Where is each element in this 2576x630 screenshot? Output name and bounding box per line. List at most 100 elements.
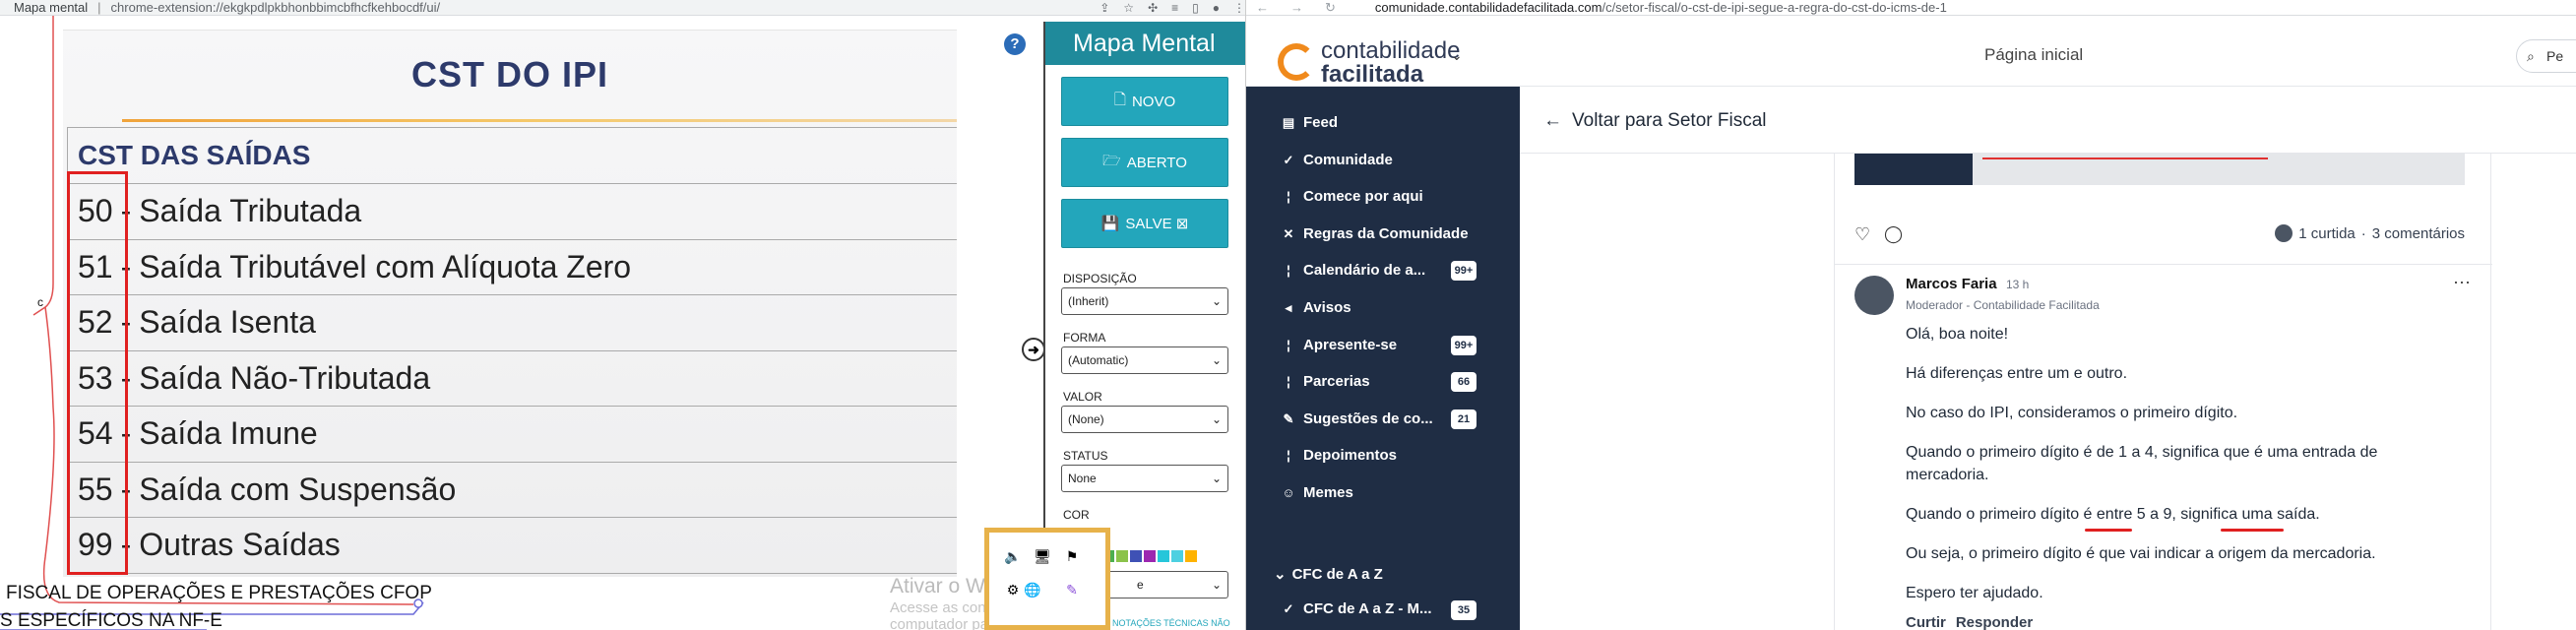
like-comment-button[interactable]: Curtir	[1906, 614, 1946, 630]
forward-arrow-icon[interactable]: →	[1290, 0, 1303, 16]
pen-icon[interactable]: ✎	[1062, 580, 1082, 599]
extension-popup: 🔈 🖥 ⚑ ⚙ 🌐 ✎	[984, 528, 1110, 630]
sidebar-item[interactable]: ¦ Depoimentos	[1282, 447, 1397, 464]
profile-icon[interactable]: ●	[1213, 1, 1220, 15]
sidebar-item-label: Avisos	[1303, 299, 1351, 316]
browser-nav: ← → ↻	[1256, 0, 1336, 16]
pin-icon: ¦	[1287, 189, 1290, 204]
share-icon[interactable]: ⇪	[1100, 1, 1109, 15]
open-button-label: ABERTO	[1126, 154, 1187, 171]
monitor-icon[interactable]: 🖥	[1033, 546, 1052, 566]
globe-icon[interactable]: 🌐	[1023, 580, 1042, 599]
tab-title[interactable]: Mapa mental	[14, 0, 88, 15]
sidebar-section-title[interactable]: ⌄ CFC de A a Z	[1274, 565, 1383, 583]
comments-count[interactable]: 3 comentários	[2372, 225, 2465, 242]
search-input-text: Pe	[2546, 48, 2564, 64]
color-swatch[interactable]	[1158, 550, 1169, 562]
browser-address-bar[interactable]: Mapa mental | chrome-extension://ekgkpdl…	[0, 0, 1245, 16]
color-swatch[interactable]	[1130, 550, 1142, 562]
heart-icon[interactable]: ♡	[1854, 224, 1870, 245]
sidebar-count-badge: 21	[1451, 410, 1476, 429]
save-button[interactable]: 💾 SALVE ⊠	[1061, 199, 1228, 248]
status-label: STATUS	[1063, 449, 1108, 463]
logo-icon[interactable]	[1278, 43, 1315, 81]
comment-paragraph: Quando o primeiro dígito é entre 5 a 9, …	[1906, 506, 2320, 523]
sidebar-item-label: Parcerias	[1303, 373, 1370, 390]
sidebar-item-label: Sugestões de co...	[1303, 410, 1433, 427]
chevron-down-icon: ⌄	[1211, 294, 1222, 308]
reply-comment-button[interactable]: Responder	[1956, 614, 2033, 630]
liker-avatar	[2275, 224, 2293, 242]
new-button[interactable]: 🗋 NOVO	[1061, 77, 1228, 126]
post-actions: ♡ ◯ 1 curtida · 3 comentários	[1854, 224, 2465, 246]
likes-count[interactable]: 1 curtida	[2298, 225, 2356, 242]
color-swatch[interactable]	[1185, 550, 1197, 562]
open-button[interactable]: 🗁 ABERTO	[1061, 138, 1228, 187]
url-text[interactable]: chrome-extension://ekgkpdlpkbhonbbimcbfh…	[111, 0, 441, 15]
avatar[interactable]	[1854, 276, 1894, 315]
arrow-left-icon: ←	[1543, 110, 1562, 131]
help-icon[interactable]: ?	[1004, 33, 1026, 55]
color-swatch[interactable]	[1144, 550, 1156, 562]
mind-map-node-cfop[interactable]: FISCAL DE OPERAÇÕES E PRESTAÇÕES CFOP	[6, 583, 432, 604]
back-arrow-icon[interactable]: ←	[1256, 0, 1269, 16]
flag-icon[interactable]: ⚑	[1062, 546, 1082, 566]
site-header: contabilidade facilitada ⌄ Página inicia…	[1246, 16, 2576, 89]
color-swatch[interactable]	[1116, 550, 1128, 562]
browser-address-bar[interactable]: ← → ↻ comunidade.contabilidadefacilitada…	[1246, 0, 2576, 16]
sidebar-item[interactable]: ¦ Apresente-se	[1282, 337, 1397, 353]
chevron-down-icon: ⌄	[1211, 578, 1222, 592]
comment-menu-icon[interactable]: ···	[2453, 272, 2471, 292]
speaker-icon[interactable]: 🔈	[1003, 546, 1023, 566]
url-text[interactable]: comunidade.contabilidadefacilitada.com/c…	[1375, 0, 1947, 15]
cst-label: Saída Tributada	[139, 193, 362, 229]
sidebar-item[interactable]: ◂ Avisos	[1282, 299, 1351, 316]
menu-dots-icon[interactable]: ⋮	[1233, 1, 1245, 15]
mind-map-node-c[interactable]: c	[37, 295, 43, 309]
layout-select[interactable]: (Inherit) ⌄	[1061, 287, 1228, 315]
mind-map-node-nfe[interactable]: S ESPECÍFICOS NA NF-E	[0, 610, 222, 630]
cst-row: 55- Saída com Suspensão	[68, 463, 957, 518]
sidebar-item[interactable]: ☺ Memes	[1282, 484, 1353, 501]
home-link[interactable]: Página inicial	[1984, 45, 2083, 65]
gear-icon[interactable]: ⚙	[1003, 580, 1023, 599]
color-swatch[interactable]	[1171, 550, 1183, 562]
list-icon[interactable]: ≡	[1171, 1, 1178, 15]
red-highlight-box	[67, 171, 128, 575]
sidebar-item[interactable]: ¦ Calendário de a...	[1282, 262, 1425, 279]
sidebar-item[interactable]: ✕ Regras da Comunidade	[1282, 225, 1469, 242]
cst-row: 99- Outras Saídas	[68, 518, 957, 574]
sidebar-item[interactable]: ✓ Comunidade	[1282, 152, 1393, 168]
sidebar-icon[interactable]: ▯	[1192, 1, 1199, 15]
reload-icon[interactable]: ↻	[1325, 0, 1336, 16]
search-input[interactable]: ⌕ Pe	[2516, 39, 2576, 73]
collapse-panel-button[interactable]: ➜	[1022, 338, 1045, 361]
cst-row: 54- Saída Imune	[68, 407, 957, 463]
note-icon: ✎	[1283, 410, 1294, 426]
back-to-setor-fiscal-link[interactable]: ← Voltar para Setor Fiscal	[1543, 110, 1766, 132]
sidebar-item[interactable]: ✎ Sugestões de co...	[1282, 410, 1433, 427]
sidebar-item-cfc-a-z[interactable]: ✓ CFC de A a Z - M...	[1282, 600, 1432, 617]
smile-icon: ☺	[1282, 485, 1295, 500]
value-select[interactable]: (None) ⌄	[1061, 406, 1228, 433]
shape-select[interactable]: (Automatic) ⌄	[1061, 346, 1228, 374]
extensions-icon[interactable]: ✣	[1148, 1, 1158, 15]
bottom-select-value: e	[1137, 578, 1144, 592]
sidebar-count-badge: 35	[1451, 600, 1476, 620]
commenter-name[interactable]: Marcos Faria	[1906, 276, 1997, 292]
cst-row: 50- Saída Tributada	[68, 184, 957, 240]
chevron-down-icon[interactable]: ⌄	[1451, 47, 1463, 64]
comment-paragraph: Ou seja, o primeiro dígito é que vai ind…	[1906, 545, 2376, 562]
sidebar-item[interactable]: ▤ Feed	[1282, 114, 1338, 131]
value-label: VALOR	[1063, 390, 1102, 404]
sidebar-item[interactable]: ¦ Comece por aqui	[1282, 188, 1423, 205]
post-image-dark-block	[1854, 154, 1973, 185]
status-select[interactable]: None ⌄	[1061, 465, 1228, 492]
sidebar-item[interactable]: ¦ Parcerias	[1282, 373, 1370, 390]
comment-icon[interactable]: ◯	[1884, 224, 1903, 244]
star-icon[interactable]: ☆	[1123, 1, 1134, 15]
logo-text-line2[interactable]: facilitada	[1321, 61, 1423, 89]
panel-title: Mapa Mental	[1045, 22, 1245, 65]
comment-paragraph: Há diferenças entre um e outro.	[1906, 365, 2128, 382]
cst-label: Saída com Suspensão	[139, 471, 457, 507]
